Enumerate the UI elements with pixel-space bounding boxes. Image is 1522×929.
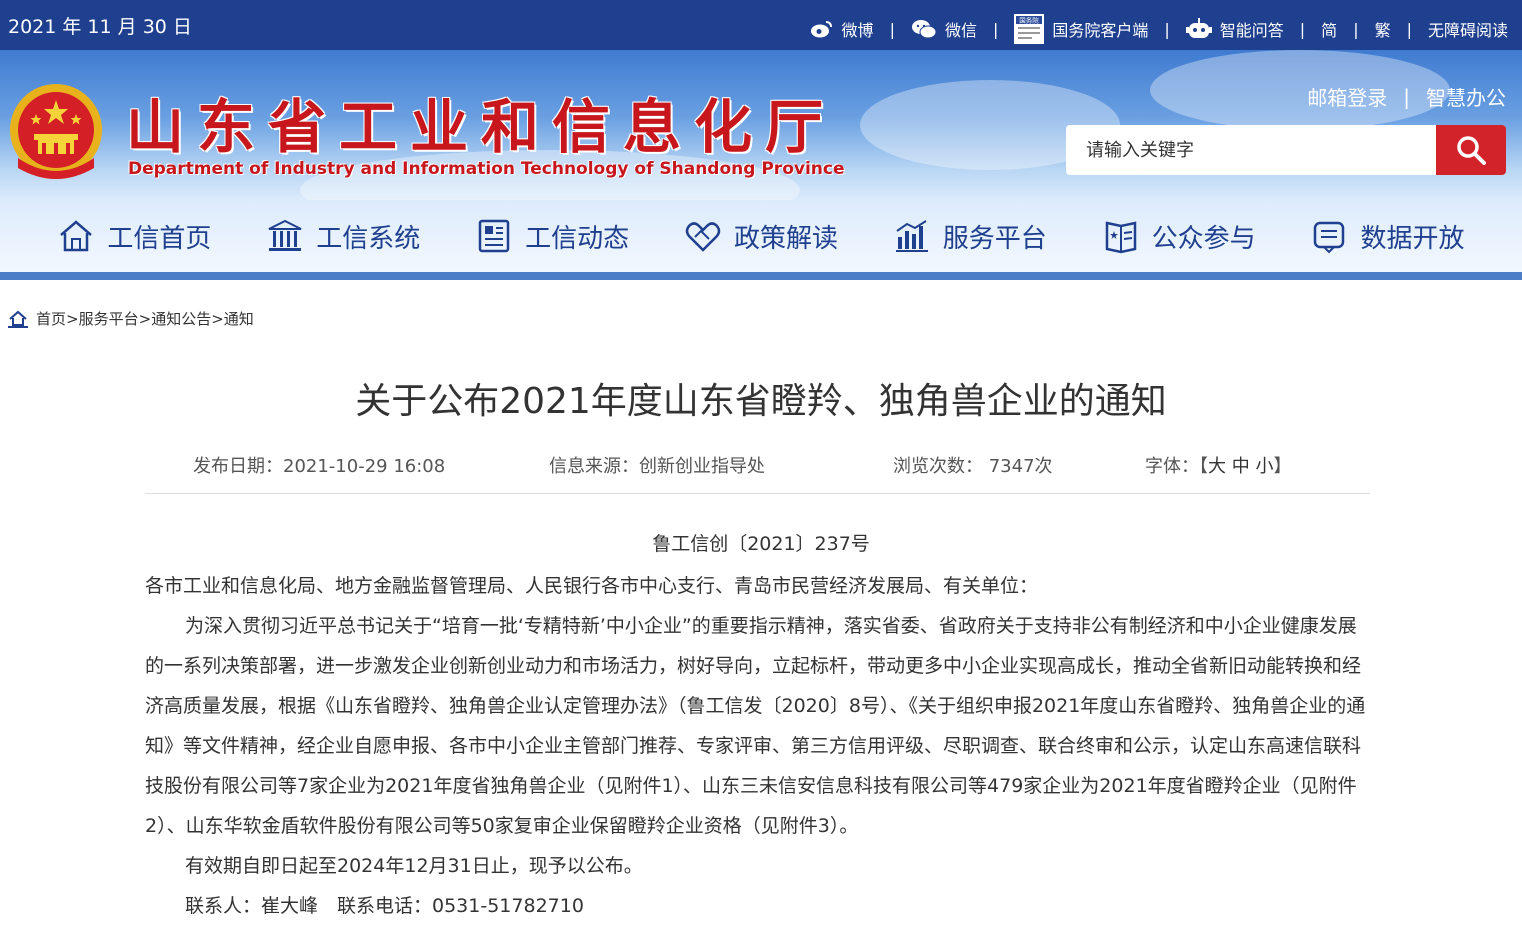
smart-qa-link[interactable]: 智能问答 (1185, 17, 1284, 41)
separator: | (1406, 19, 1412, 39)
news-icon (478, 219, 510, 253)
mail-login-link[interactable]: 邮箱登录 (1307, 82, 1387, 111)
search-icon (1457, 136, 1486, 165)
nav-label: 工信首页 (107, 223, 212, 254)
search-button[interactable] (1436, 125, 1506, 175)
nav-item-system[interactable]: 工信系统 (266, 217, 420, 255)
robot-icon (1185, 18, 1212, 38)
validity-paragraph: 有效期自即日起至2024年12月31日止，现予以公布。 (185, 855, 643, 877)
divider (145, 493, 1370, 494)
weibo-icon (810, 21, 832, 38)
data-icon (1314, 221, 1345, 254)
salutation-paragraph: 各市工业和信息化局、地方金融监督管理局、人民银行各市中心支行、青岛市民营经济发展… (145, 575, 1039, 597)
nav-item-home[interactable]: 工信首页 (57, 217, 211, 255)
nav-label: 数据开放 (1360, 223, 1465, 254)
national-emblem-icon (10, 84, 102, 179)
book-icon (1105, 221, 1136, 254)
publish-date: 发布日期：2021-10-29 16:08 (193, 456, 446, 477)
site-subtitle: Department of Industry and Information T… (128, 159, 845, 179)
building-icon (268, 219, 302, 251)
font-size-medium[interactable]: 中 (1232, 456, 1250, 477)
breadcrumb-current[interactable]: 通知 (224, 308, 254, 329)
separator: | (1299, 19, 1306, 39)
separator: | (1353, 19, 1359, 39)
nav-item-data[interactable]: 数据开放 (1310, 217, 1464, 255)
weibo-label: 微博 (841, 21, 874, 40)
breadcrumb: 首页 > 服务平台 > 通知公告 > 通知 (8, 308, 254, 329)
font-size-small[interactable]: 小 (1255, 456, 1273, 477)
main-nav: 工信首页 工信系统 工信动态 政策解读 服务平台 公众参与 数据开放 (0, 200, 1522, 272)
breadcrumb-service[interactable]: 服务平台 (79, 308, 139, 329)
view-count: 浏览次数： 7347次 (893, 456, 1053, 477)
chart-icon (895, 220, 928, 252)
nav-item-policy[interactable]: 政策解读 (684, 217, 838, 255)
weibo-link[interactable]: 微博 (810, 17, 874, 41)
current-date: 2021 年 11 月 30 日 (8, 16, 192, 38)
smart-office-link[interactable]: 智慧办公 (1426, 82, 1506, 111)
nav-label: 公众参与 (1151, 223, 1256, 254)
article-body: 各市工业和信息化局、地方金融监督管理局、人民银行各市中心支行、青岛市民营经济发展… (145, 566, 1370, 926)
separator: | (992, 19, 999, 39)
nav-label: 政策解读 (733, 223, 838, 254)
separator: | (889, 19, 895, 39)
font-size-large[interactable]: 大 (1208, 456, 1226, 477)
main-paragraph: 为深入贯彻习近平总书记关于“培育一批‘专精特新’中小企业”的重要指示精神，落实省… (145, 615, 1366, 837)
font-size-label: 字体： (1145, 456, 1199, 477)
header-banner: 山东省工业和信息化厅 Department of Industry and In… (0, 50, 1522, 200)
wechat-icon (911, 20, 937, 39)
top-links: 微博 | 微信 | 国务院 国务院客户端 | 智能问答 | 简 | 繁 | 无障… (810, 14, 1508, 44)
gov-app-label: 国务院客户端 (1052, 21, 1149, 40)
nav-item-public[interactable]: 公众参与 (1102, 217, 1256, 255)
traditional-label: 繁 (1374, 21, 1391, 40)
nav-label: 服务平台 (942, 223, 1047, 254)
accessibility-link[interactable]: 无障碍阅读 (1428, 17, 1508, 41)
article-title: 关于公布2021年度山东省瞪羚、独角兽企业的通知 (355, 381, 1167, 422)
simplified-label: 简 (1321, 21, 1338, 40)
nav-label: 工信系统 (316, 223, 421, 254)
top-bar: 2021 年 11 月 30 日 微博 | 微信 | 国务院 国务院客户端 | … (0, 0, 1522, 50)
separator: | (1164, 19, 1170, 39)
traditional-link[interactable]: 繁 (1375, 17, 1391, 41)
info-source: 信息来源：创新创业指导处 (549, 456, 765, 477)
gov-app-badge: 国务院 (1020, 16, 1040, 25)
gov-app-link[interactable]: 国务院 国务院客户端 (1014, 14, 1148, 44)
simplified-link[interactable]: 简 (1321, 17, 1337, 41)
nav-item-service[interactable]: 服务平台 (893, 217, 1047, 255)
site-title: 山东省工业和信息化厅 (126, 93, 837, 161)
document-number: 鲁工信创〔2021〕237号 (652, 533, 870, 555)
home-icon (8, 310, 28, 328)
breadcrumb-home[interactable]: 首页 (36, 308, 66, 329)
gov-app-icon: 国务院 (1014, 14, 1045, 44)
nav-underline (0, 272, 1522, 280)
nav-label: 工信动态 (525, 223, 630, 254)
breadcrumb-notices[interactable]: 通知公告 (151, 308, 211, 329)
wechat-label: 微信 (944, 21, 977, 40)
smart-qa-label: 智能问答 (1219, 21, 1284, 40)
contact-paragraph: 联系人：崔大峰 联系电话：0531-51782710 (185, 895, 584, 917)
nav-item-news[interactable]: 工信动态 (475, 217, 629, 255)
search-box (1066, 125, 1506, 175)
handshake-icon (685, 222, 721, 252)
search-input[interactable] (1066, 125, 1446, 175)
accessibility-label: 无障碍阅读 (1427, 21, 1508, 40)
home-icon (60, 220, 93, 252)
separator: | (1403, 84, 1410, 109)
banner-links: 邮箱登录 | 智慧办公 (1307, 82, 1506, 111)
wechat-link[interactable]: 微信 (911, 17, 977, 41)
font-size-control: 字体：【大 中 小】 (1145, 456, 1292, 477)
